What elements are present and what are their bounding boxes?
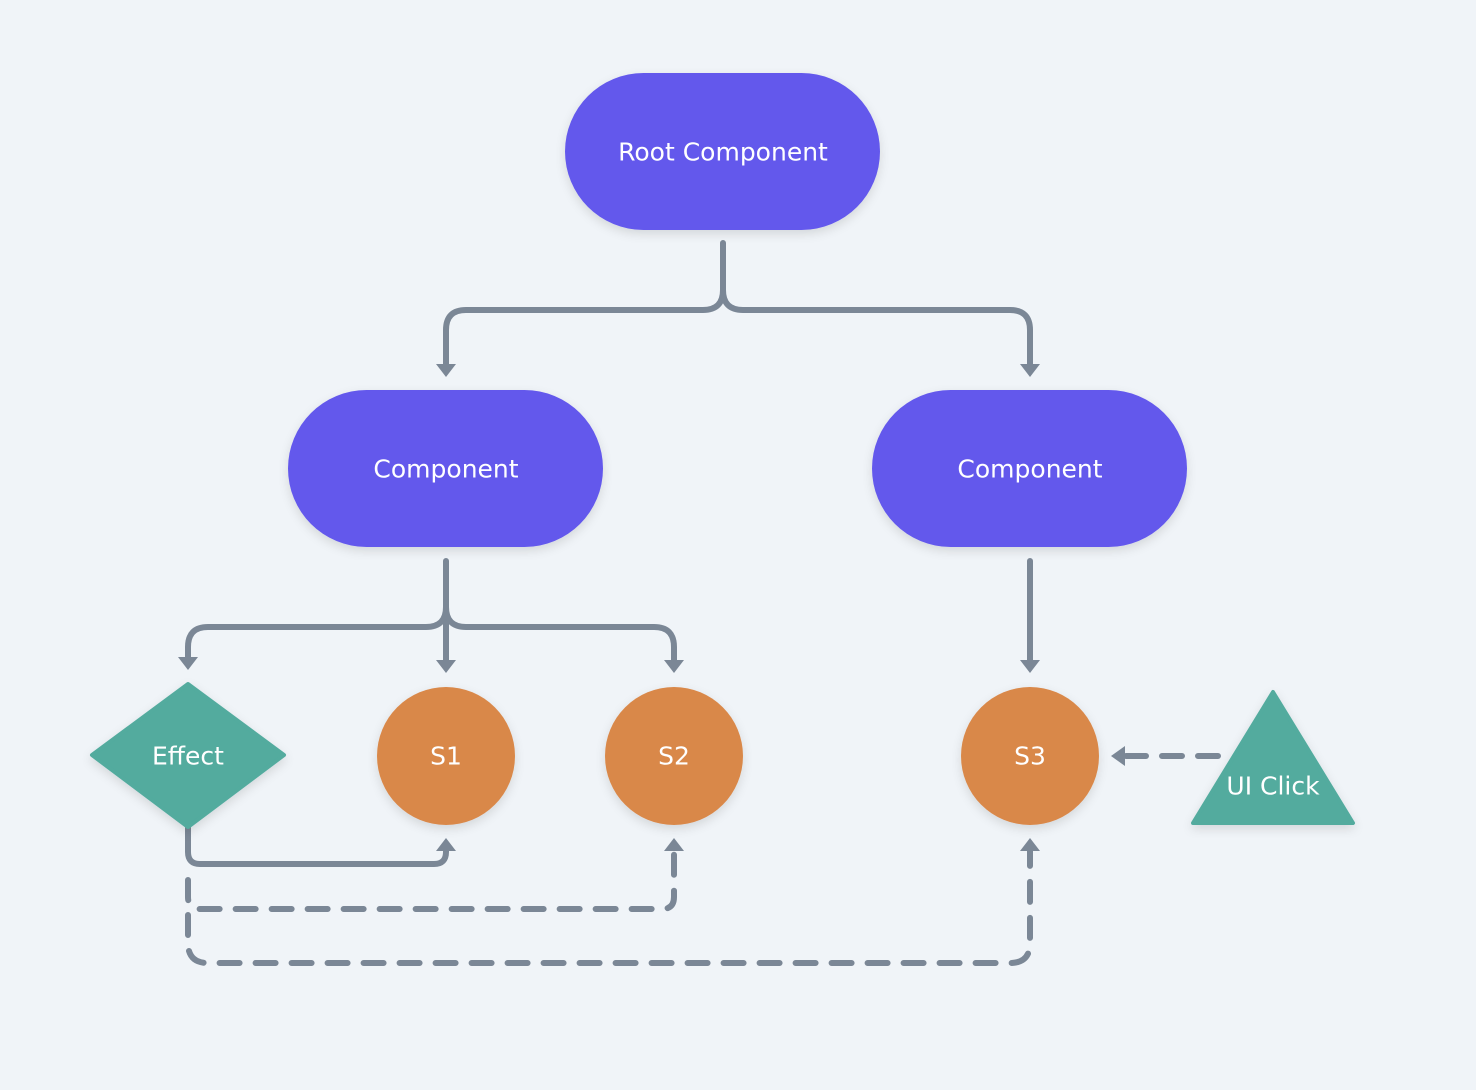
arrowhead: [1111, 746, 1125, 766]
edge-component-left-to-s2: [443, 604, 677, 664]
edge-root-to-component-right: [720, 287, 1033, 368]
node-effect-label: Effect: [152, 742, 224, 771]
node-component-right-label: Component: [957, 455, 1102, 484]
edge-component-left-to-effect: [185, 558, 449, 661]
node-ui-click-label: UI Click: [1226, 772, 1320, 801]
arrowhead: [436, 838, 456, 851]
node-root-component-label: Root Component: [618, 138, 828, 167]
arrowhead: [1020, 364, 1040, 377]
node-s1-label: S1: [430, 742, 462, 771]
arrowhead: [664, 660, 684, 673]
arrowhead: [178, 657, 198, 670]
node-s2-label: S2: [658, 742, 690, 771]
node-s3-label: S3: [1014, 742, 1046, 771]
edge-root-to-component-left: [443, 240, 726, 368]
arrowhead: [664, 838, 684, 851]
arrowhead: [1020, 838, 1040, 851]
edge-effect-to-s2: [185, 847, 677, 912]
arrowhead: [436, 660, 456, 673]
node-component-left-label: Component: [373, 455, 518, 484]
diagram-canvas: Root Component Component Component Effec…: [90, 73, 1355, 966]
arrowhead: [1020, 660, 1040, 673]
arrowhead: [436, 364, 456, 377]
edge-effect-to-s1: [185, 824, 449, 867]
